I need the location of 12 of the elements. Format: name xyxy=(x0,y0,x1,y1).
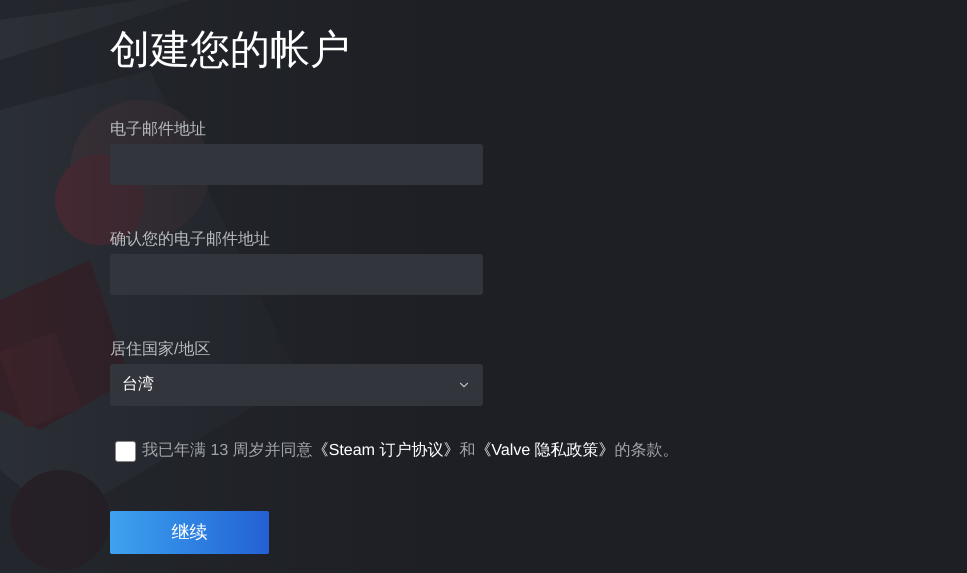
continue-button[interactable]: 继续 xyxy=(110,511,269,554)
country-select[interactable]: 台湾 xyxy=(110,364,483,406)
policy-link[interactable]: 《Steam 订户协议》 xyxy=(312,442,460,459)
policy-link[interactable]: 《Valve 隐私政策》 xyxy=(475,442,615,459)
field-label: 确认您的电子邮件地址 xyxy=(110,230,270,250)
field-label: 居住国家/地区 xyxy=(110,340,210,360)
page-title: 创建您的帐户 xyxy=(110,27,350,74)
input-field[interactable] xyxy=(110,144,483,185)
input-field[interactable] xyxy=(110,254,483,295)
field-label: 电子邮件地址 xyxy=(110,120,206,140)
agreement-text: 我已年满 13 周岁并同意《Steam 订户协议》和《Valve 隐私政策》的条款。 xyxy=(142,440,679,461)
agreement-checkbox[interactable] xyxy=(115,440,136,462)
